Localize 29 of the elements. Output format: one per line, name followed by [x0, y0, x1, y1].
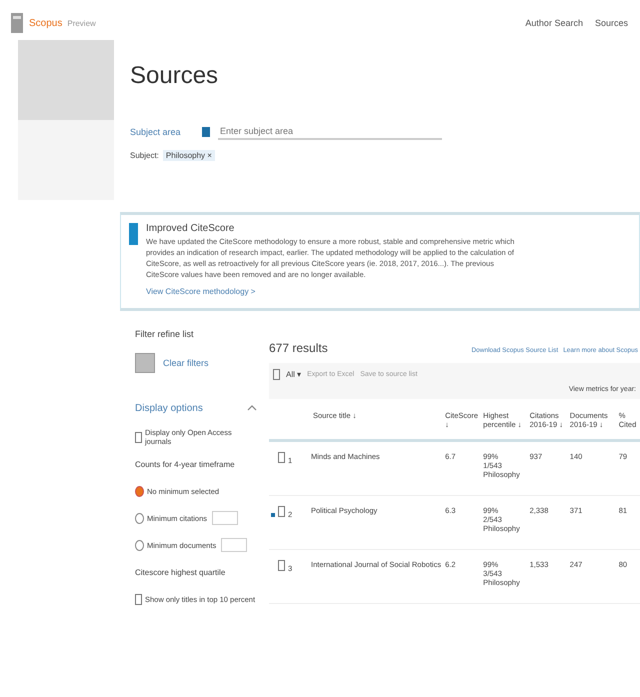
select-all-checkbox[interactable]	[273, 368, 280, 380]
nav-link[interactable]: Sources	[594, 18, 628, 28]
row-checkbox[interactable]	[278, 560, 285, 570]
option-heading: Citescore highest quartile	[135, 568, 226, 576]
methodology-link[interactable]: View CiteScore methodology >	[146, 286, 256, 296]
select-all-dropdown[interactable]: All ▾	[286, 370, 302, 378]
subject-label: Subject:	[130, 151, 159, 160]
minimum-field[interactable]	[221, 538, 248, 552]
caret-icon[interactable]	[247, 405, 257, 411]
row-checkbox[interactable]	[278, 452, 285, 462]
row-checkbox[interactable]	[278, 506, 285, 516]
radio-button[interactable]	[135, 540, 144, 550]
minimum-field[interactable]	[212, 511, 238, 525]
filter-title: Filter refine list	[135, 328, 195, 338]
subject-area-label: Subject area	[130, 127, 182, 137]
notice-title: Improved CiteScore	[146, 223, 236, 234]
option-heading: Counts for 4-year timeframe	[135, 460, 235, 468]
subject-chip[interactable]: Philosophy ×	[162, 150, 215, 161]
radio-button[interactable]	[135, 486, 144, 496]
nav-link[interactable]: Author Search	[525, 18, 583, 28]
clear-filters-link[interactable]: Clear filters	[163, 358, 209, 368]
radio-button[interactable]	[135, 512, 144, 524]
logo-icon	[10, 12, 24, 34]
checkbox[interactable]	[135, 432, 142, 442]
brand-subtitle: Preview	[67, 18, 96, 28]
section-title[interactable]: Display options	[135, 402, 203, 414]
page-title: Sources	[130, 62, 220, 90]
results-count: 677 results	[269, 340, 328, 354]
checkbox[interactable]	[135, 594, 142, 604]
